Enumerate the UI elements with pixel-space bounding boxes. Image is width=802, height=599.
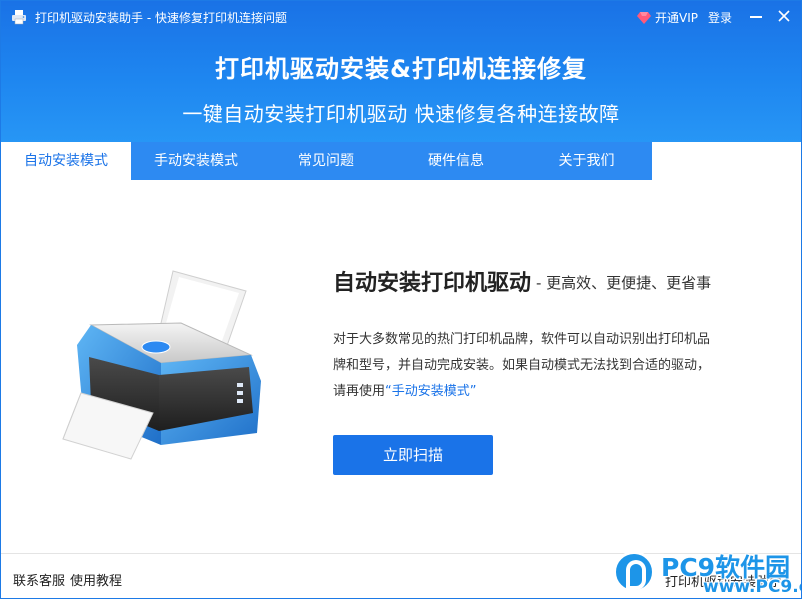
app-window: 打印机驱动安装助手 - 快速修复打印机连接问题 开通VIP 登录 打印机驱动安装… <box>0 0 802 599</box>
tutorial-link[interactable]: 使用教程 <box>70 570 122 589</box>
tab-auto-install[interactable]: 自动安装模式 <box>1 142 131 180</box>
watermark-logo <box>613 551 655 593</box>
contact-support-link[interactable]: 联系客服 <box>13 570 65 589</box>
window-title: 打印机驱动安装助手 - 快速修复打印机连接问题 <box>35 11 287 25</box>
title-bar[interactable]: 打印机驱动安装助手 - 快速修复打印机连接问题 开通VIP 登录 <box>1 1 801 33</box>
feature-description: 对于大多数常见的热门打印机品牌，软件可以自动识别出打印机品 牌和型号，并自动完成… <box>333 327 753 405</box>
feature-title: 自动安装打印机驱动 <box>333 271 532 296</box>
vip-button[interactable]: 开通VIP <box>637 9 698 26</box>
description-line: 牌和型号，并自动完成安装。如果自动模式无法找到合适的驱动， <box>333 358 711 373</box>
tab-about-us[interactable]: 关于我们 <box>521 142 652 180</box>
header-banner: 打印机驱动安装助手 - 快速修复打印机连接问题 开通VIP 登录 打印机驱动安装… <box>1 1 801 142</box>
vip-label: 开通VIP <box>655 11 698 25</box>
watermark: PC9软件园 www.PC9.com <box>613 547 801 598</box>
manual-mode-link[interactable]: “手动安装模式” <box>385 384 476 399</box>
feature-tagline: - 更高效、更便捷、更省事 <box>536 274 712 292</box>
diamond-icon <box>637 11 651 24</box>
login-link[interactable]: 登录 <box>708 9 732 26</box>
printer-app-icon <box>12 10 26 25</box>
headline: 打印机驱动安装&打印机连接修复 <box>215 55 587 83</box>
tab-manual-install[interactable]: 手动安装模式 <box>131 142 261 180</box>
footer-links: 联系客服 使用教程 <box>13 570 122 589</box>
tab-bar: 自动安装模式 手动安装模式 常见问题 硬件信息 关于我们 <box>1 142 652 180</box>
minimize-button[interactable] <box>745 5 767 27</box>
close-icon <box>778 10 790 22</box>
description-prefix: 请再使用 <box>333 384 386 399</box>
watermark-domain: www.PC9.com <box>703 577 801 597</box>
subheadline: 一键自动安装打印机驱动 快速修复各种连接故障 <box>182 102 620 126</box>
scan-button[interactable]: 立即扫描 <box>333 435 493 475</box>
close-button[interactable] <box>773 5 795 27</box>
printer-icon <box>62 270 261 460</box>
description-line: 对于大多数常见的热门打印机品牌，软件可以自动识别出打印机品 <box>333 332 711 347</box>
tab-faq[interactable]: 常见问题 <box>261 142 391 180</box>
tab-hardware-info[interactable]: 硬件信息 <box>391 142 521 180</box>
description-line: 请再使用“手动安装模式” <box>333 379 753 405</box>
